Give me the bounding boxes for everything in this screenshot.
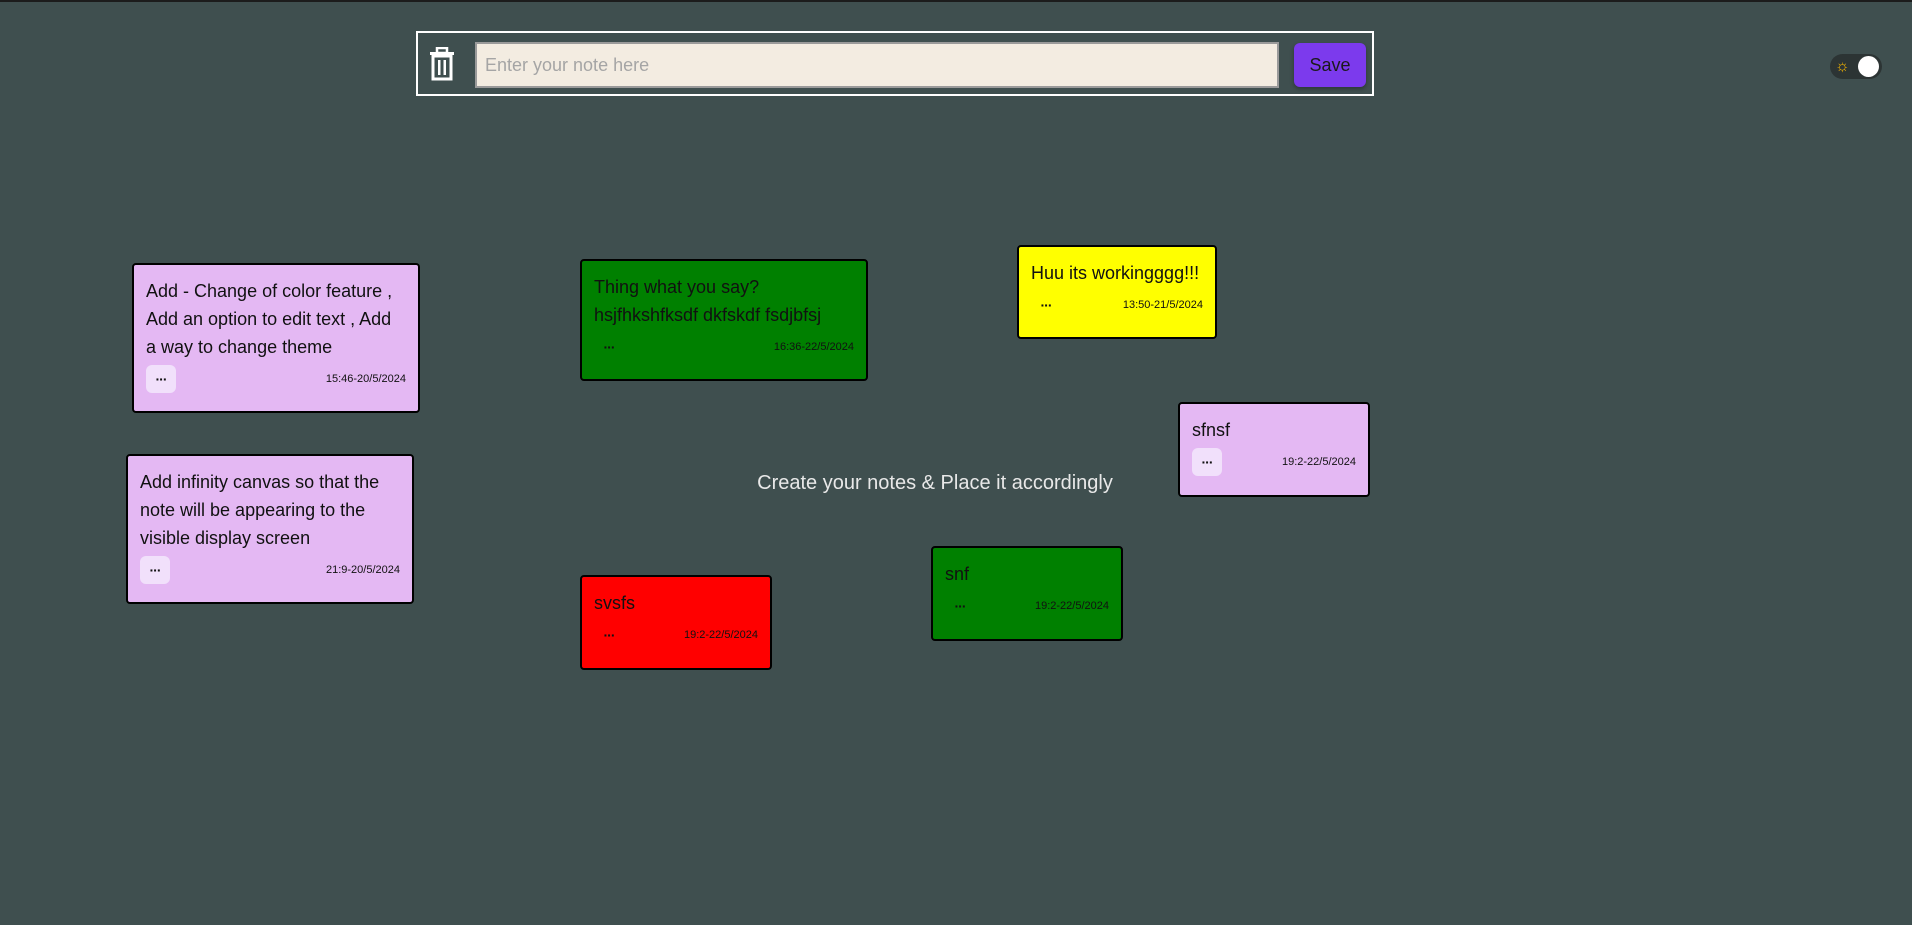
note-timestamp: 21:9-20/5/2024 xyxy=(325,564,400,576)
note-menu-button[interactable]: ··· xyxy=(146,365,176,393)
note-card[interactable]: Add infinity canvas so that the note wil… xyxy=(126,454,414,604)
note-card[interactable]: svsfs ··· 19:2-22/5/2024 xyxy=(580,575,772,670)
note-card[interactable]: sfnsf ··· 19:2-22/5/2024 xyxy=(1178,402,1370,497)
note-timestamp: 19:2-22/5/2024 xyxy=(683,629,758,641)
sun-icon: ☼ xyxy=(1835,58,1850,75)
theme-toggle[interactable]: ☼ xyxy=(1830,54,1882,79)
trash-icon[interactable] xyxy=(426,46,458,81)
note-timestamp: 19:2-22/5/2024 xyxy=(1034,600,1109,612)
note-text: sfnsf xyxy=(1192,420,1231,440)
note-toolbar: Save xyxy=(416,31,1374,96)
note-timestamp: 13:50-21/5/2024 xyxy=(1122,299,1203,311)
toggle-knob xyxy=(1858,56,1879,77)
note-menu-button[interactable]: ··· xyxy=(140,556,170,584)
save-button[interactable]: Save xyxy=(1294,43,1366,87)
note-menu-button[interactable]: ··· xyxy=(1192,448,1222,476)
note-menu-button[interactable]: ··· xyxy=(945,592,975,620)
note-menu-button[interactable]: ··· xyxy=(1031,291,1061,319)
note-text: snf xyxy=(945,564,970,584)
note-menu-button[interactable]: ··· xyxy=(594,621,624,649)
note-text: Huu its workingggg!!! xyxy=(1031,263,1200,283)
note-text: Add infinity canvas so that the note wil… xyxy=(140,472,380,548)
note-card[interactable]: Add - Change of color feature , Add an o… xyxy=(132,263,420,413)
note-timestamp: 19:2-22/5/2024 xyxy=(1281,456,1356,468)
note-timestamp: 16:36-22/5/2024 xyxy=(773,341,854,353)
note-card[interactable]: snf ··· 19:2-22/5/2024 xyxy=(931,546,1123,641)
note-text: svsfs xyxy=(594,593,636,613)
note-card[interactable]: Thing what you say? hsjfhkshfksdf dkfskd… xyxy=(580,259,868,381)
note-timestamp: 15:46-20/5/2024 xyxy=(325,373,406,385)
note-menu-button[interactable]: ··· xyxy=(594,333,624,361)
note-input[interactable] xyxy=(475,42,1279,88)
note-text: Add - Change of color feature , Add an o… xyxy=(146,281,393,357)
note-text: Thing what you say? hsjfhkshfksdf dkfskd… xyxy=(594,277,822,325)
note-card[interactable]: Huu its workingggg!!! ··· 13:50-21/5/202… xyxy=(1017,245,1217,339)
